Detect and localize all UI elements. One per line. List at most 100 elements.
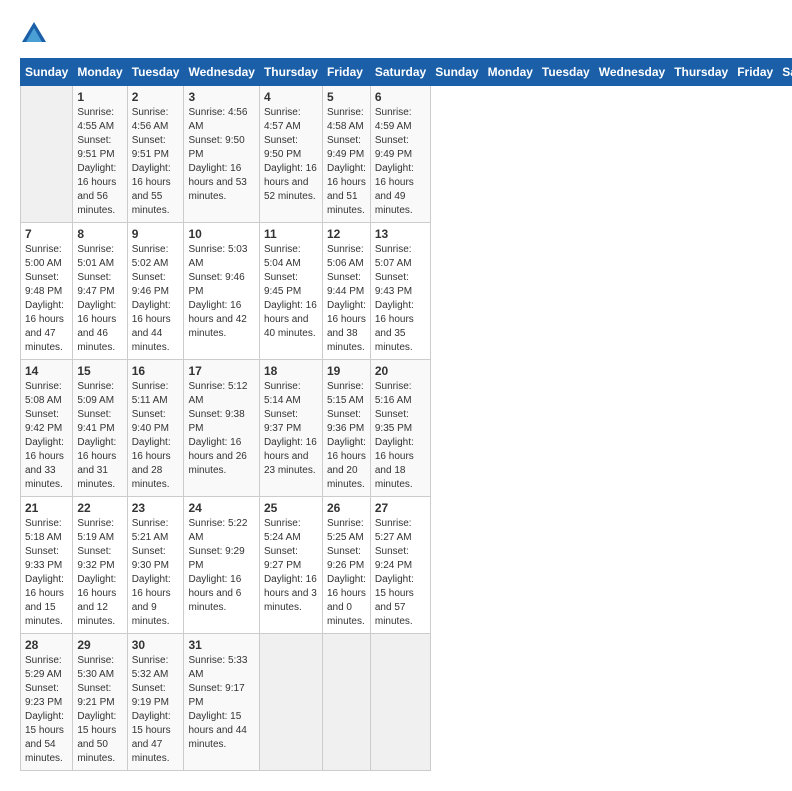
day-info: Sunrise: 5:14 AMSunset: 9:37 PMDaylight:… xyxy=(264,380,318,478)
day-number: 12 xyxy=(327,227,366,241)
day-info: Sunrise: 4:57 AMSunset: 9:50 PMDaylight:… xyxy=(264,106,318,204)
day-number: 1 xyxy=(77,90,122,104)
day-number: 22 xyxy=(77,501,122,515)
calendar-cell: 25Sunrise: 5:24 AMSunset: 9:27 PMDayligh… xyxy=(259,497,322,634)
logo-icon xyxy=(20,20,48,48)
day-info: Sunrise: 5:03 AMSunset: 9:46 PMDaylight:… xyxy=(188,243,254,341)
day-number: 15 xyxy=(77,364,122,378)
day-info: Sunrise: 5:21 AMSunset: 9:30 PMDaylight:… xyxy=(132,517,180,629)
calendar-cell: 16 Sunrise: 5:11 AMSunset: 9:40 PMDayligh… xyxy=(127,360,184,497)
day-number: 23 xyxy=(132,501,180,515)
day-of-week-header: Saturday xyxy=(370,59,430,86)
day-number: 7 xyxy=(25,227,68,241)
day-info: Sunrise: 5:32 AMSunset: 9:19 PMDaylight:… xyxy=(132,654,180,766)
day-info: Sunrise: 5:24 AMSunset: 9:27 PMDaylight:… xyxy=(264,517,318,615)
calendar-cell: 29Sunrise: 5:30 AMSunset: 9:21 PMDayligh… xyxy=(73,634,127,771)
day-info: Sunrise: 5:29 AMSunset: 9:23 PMDaylight:… xyxy=(25,654,68,766)
day-number: 9 xyxy=(132,227,180,241)
day-of-week-header: Wednesday xyxy=(184,59,259,86)
day-number: 13 xyxy=(375,227,426,241)
day-number: 5 xyxy=(327,90,366,104)
day-number: 24 xyxy=(188,501,254,515)
calendar-cell: 5 Sunrise: 4:58 AMSunset: 9:49 PMDaylight… xyxy=(322,86,370,223)
day-info: Sunrise: 5:22 AMSunset: 9:29 PMDaylight:… xyxy=(188,517,254,615)
calendar-cell: 18 Sunrise: 5:14 AMSunset: 9:37 PMDayligh… xyxy=(259,360,322,497)
day-info: Sunrise: 4:59 AMSunset: 9:49 PMDaylight:… xyxy=(375,106,426,218)
day-info: Sunrise: 5:15 AMSunset: 9:36 PMDaylight:… xyxy=(327,380,366,492)
day-of-week-header: Tuesday xyxy=(127,59,184,86)
day-of-week-header: Thursday xyxy=(259,59,322,86)
day-number: 18 xyxy=(264,364,318,378)
calendar-cell: 9 Sunrise: 5:02 AMSunset: 9:46 PMDaylight… xyxy=(127,223,184,360)
day-info: Sunrise: 5:18 AMSunset: 9:33 PMDaylight:… xyxy=(25,517,68,629)
calendar-cell: 27 Sunrise: 5:27 AMSunset: 9:24 PMDayligh… xyxy=(370,497,430,634)
calendar-cell: 22Sunrise: 5:19 AMSunset: 9:32 PMDayligh… xyxy=(73,497,127,634)
day-number: 16 xyxy=(132,364,180,378)
day-of-week-header: Sunday xyxy=(21,59,73,86)
page-header xyxy=(20,20,772,48)
calendar-cell: 23 Sunrise: 5:21 AMSunset: 9:30 PMDayligh… xyxy=(127,497,184,634)
day-number: 14 xyxy=(25,364,68,378)
day-of-week-header: Monday xyxy=(73,59,127,86)
calendar-cell: 28Sunrise: 5:29 AMSunset: 9:23 PMDayligh… xyxy=(21,634,73,771)
calendar-cell: 26Sunrise: 5:25 AMSunset: 9:26 PMDayligh… xyxy=(322,497,370,634)
calendar-cell: 12 Sunrise: 5:06 AMSunset: 9:44 PMDayligh… xyxy=(322,223,370,360)
day-number: 10 xyxy=(188,227,254,241)
calendar-header-row: SundayMondayTuesdayWednesdayThursdayFrid… xyxy=(21,59,792,86)
calendar-cell: 10 Sunrise: 5:03 AMSunset: 9:46 PMDayligh… xyxy=(184,223,259,360)
day-info: Sunrise: 5:12 AMSunset: 9:38 PMDaylight:… xyxy=(188,380,254,478)
day-of-week-header: Monday xyxy=(483,59,537,86)
calendar-week-row: 1Sunrise: 4:55 AMSunset: 9:51 PMDaylight… xyxy=(21,86,792,223)
day-info: Sunrise: 5:16 AMSunset: 9:35 PMDaylight:… xyxy=(375,380,426,492)
calendar-cell: 30 Sunrise: 5:32 AMSunset: 9:19 PMDayligh… xyxy=(127,634,184,771)
calendar-week-row: 14 Sunrise: 5:08 AMSunset: 9:42 PMDayligh… xyxy=(21,360,792,497)
day-number: 27 xyxy=(375,501,426,515)
day-info: Sunrise: 5:00 AMSunset: 9:48 PMDaylight:… xyxy=(25,243,68,355)
calendar-cell xyxy=(322,634,370,771)
day-number: 30 xyxy=(132,638,180,652)
day-number: 3 xyxy=(188,90,254,104)
day-of-week-header: Friday xyxy=(322,59,370,86)
calendar-cell xyxy=(21,86,73,223)
calendar-cell: 17 Sunrise: 5:12 AMSunset: 9:38 PMDayligh… xyxy=(184,360,259,497)
calendar-cell: 14 Sunrise: 5:08 AMSunset: 9:42 PMDayligh… xyxy=(21,360,73,497)
calendar-week-row: 28Sunrise: 5:29 AMSunset: 9:23 PMDayligh… xyxy=(21,634,792,771)
calendar-cell: 11Sunrise: 5:04 AMSunset: 9:45 PMDayligh… xyxy=(259,223,322,360)
calendar-cell: 21 Sunrise: 5:18 AMSunset: 9:33 PMDayligh… xyxy=(21,497,73,634)
calendar-cell: 13Sunrise: 5:07 AMSunset: 9:43 PMDayligh… xyxy=(370,223,430,360)
day-number: 21 xyxy=(25,501,68,515)
day-info: Sunrise: 5:02 AMSunset: 9:46 PMDaylight:… xyxy=(132,243,180,355)
day-of-week-header: Saturday xyxy=(778,59,792,86)
logo xyxy=(20,20,52,48)
calendar-cell: 20Sunrise: 5:16 AMSunset: 9:35 PMDayligh… xyxy=(370,360,430,497)
calendar-cell: 1Sunrise: 4:55 AMSunset: 9:51 PMDaylight… xyxy=(73,86,127,223)
day-info: Sunrise: 5:06 AMSunset: 9:44 PMDaylight:… xyxy=(327,243,366,355)
day-info: Sunrise: 5:27 AMSunset: 9:24 PMDaylight:… xyxy=(375,517,426,629)
calendar-cell: 24 Sunrise: 5:22 AMSunset: 9:29 PMDayligh… xyxy=(184,497,259,634)
day-number: 6 xyxy=(375,90,426,104)
calendar-cell: 2Sunrise: 4:56 AMSunset: 9:51 PMDaylight… xyxy=(127,86,184,223)
day-number: 8 xyxy=(77,227,122,241)
day-info: Sunrise: 5:01 AMSunset: 9:47 PMDaylight:… xyxy=(77,243,122,355)
calendar-cell: 15 Sunrise: 5:09 AMSunset: 9:41 PMDayligh… xyxy=(73,360,127,497)
calendar-cell: 19Sunrise: 5:15 AMSunset: 9:36 PMDayligh… xyxy=(322,360,370,497)
day-info: Sunrise: 4:56 AMSunset: 9:50 PMDaylight:… xyxy=(188,106,254,204)
calendar-week-row: 21 Sunrise: 5:18 AMSunset: 9:33 PMDayligh… xyxy=(21,497,792,634)
calendar-cell: 4Sunrise: 4:57 AMSunset: 9:50 PMDaylight… xyxy=(259,86,322,223)
day-info: Sunrise: 5:09 AMSunset: 9:41 PMDaylight:… xyxy=(77,380,122,492)
day-info: Sunrise: 5:04 AMSunset: 9:45 PMDaylight:… xyxy=(264,243,318,341)
day-info: Sunrise: 4:56 AMSunset: 9:51 PMDaylight:… xyxy=(132,106,180,218)
calendar-cell: 8 Sunrise: 5:01 AMSunset: 9:47 PMDaylight… xyxy=(73,223,127,360)
calendar-cell xyxy=(370,634,430,771)
day-number: 17 xyxy=(188,364,254,378)
calendar-cell: 31Sunrise: 5:33 AMSunset: 9:17 PMDayligh… xyxy=(184,634,259,771)
day-info: Sunrise: 5:11 AMSunset: 9:40 PMDaylight:… xyxy=(132,380,180,492)
day-info: Sunrise: 5:08 AMSunset: 9:42 PMDaylight:… xyxy=(25,380,68,492)
day-info: Sunrise: 5:33 AMSunset: 9:17 PMDaylight:… xyxy=(188,654,254,752)
calendar-cell: 6 Sunrise: 4:59 AMSunset: 9:49 PMDaylight… xyxy=(370,86,430,223)
calendar-cell: 3 Sunrise: 4:56 AMSunset: 9:50 PMDaylight… xyxy=(184,86,259,223)
calendar-week-row: 7 Sunrise: 5:00 AMSunset: 9:48 PMDaylight… xyxy=(21,223,792,360)
day-info: Sunrise: 4:58 AMSunset: 9:49 PMDaylight:… xyxy=(327,106,366,218)
day-of-week-header: Friday xyxy=(733,59,778,86)
day-number: 26 xyxy=(327,501,366,515)
